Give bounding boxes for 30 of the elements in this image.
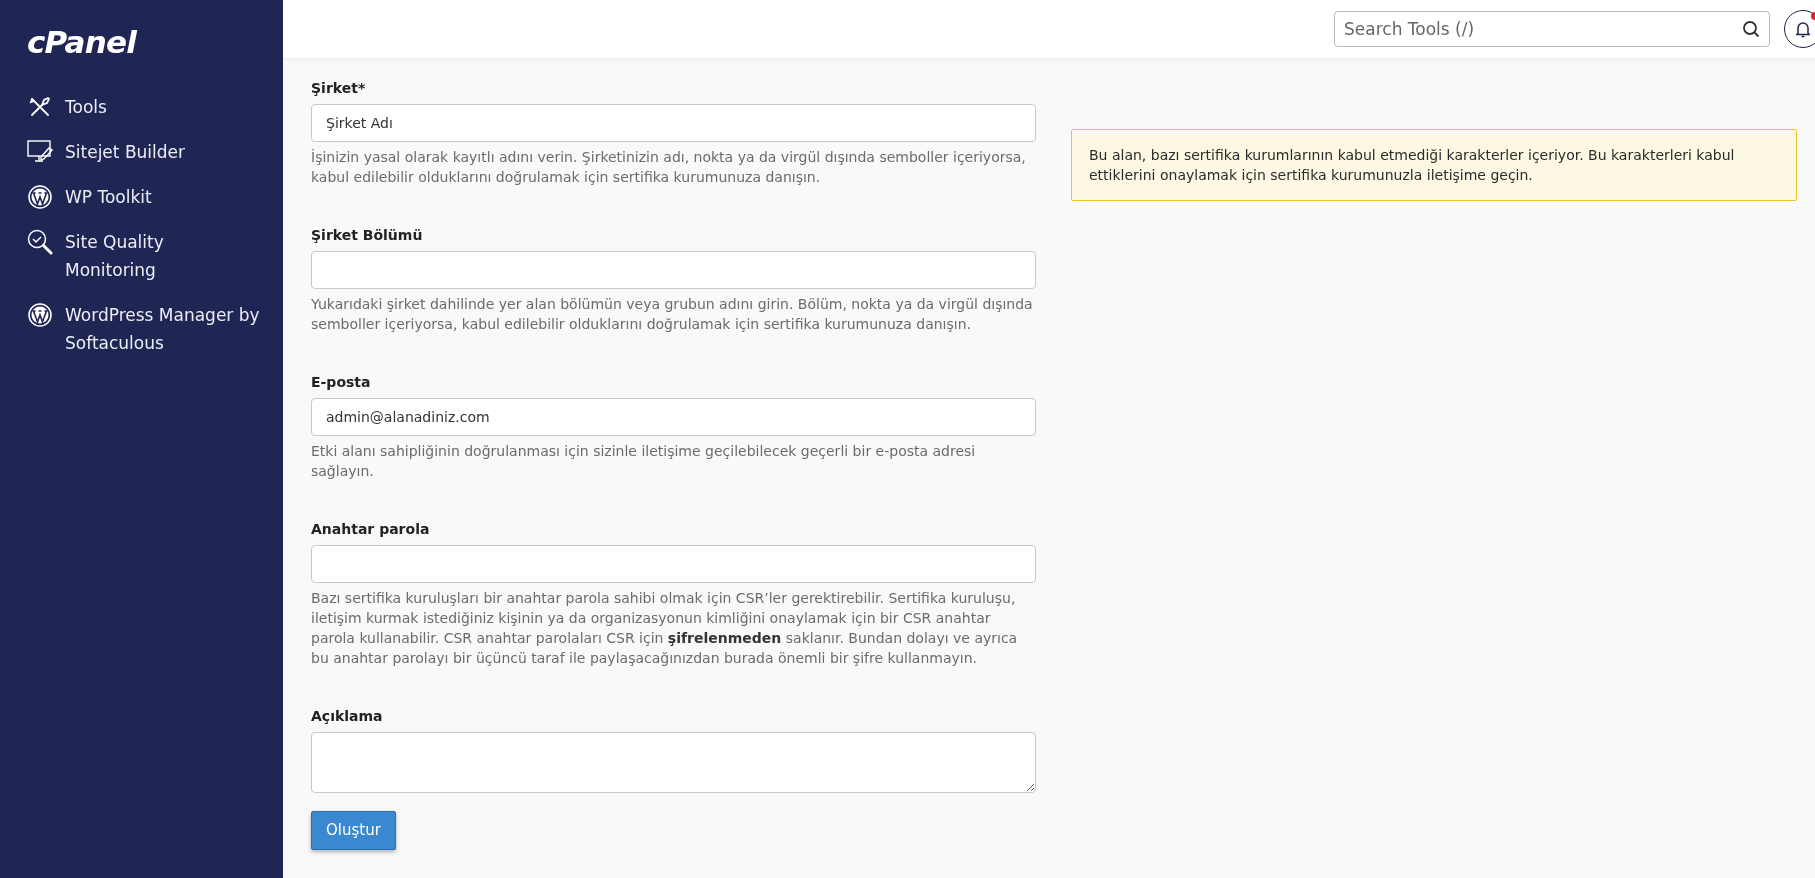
field-label: Şirket Bölümü [311, 226, 423, 245]
text-area[interactable] [311, 732, 1036, 793]
bell-icon [1795, 20, 1811, 38]
submit-button[interactable]: Oluştur [311, 811, 396, 850]
tools-icon [29, 96, 51, 118]
field-label: Açıklama [311, 707, 383, 726]
field-label: Şirket* [311, 79, 366, 98]
help-text: Yukarıdaki şirket dahilinde yer alan bölümün veya grubun adını girin. Bölüm, nokta ya da virgül dışında semboller içeriyorsa, kabul edilebilir olduklarını doğrulamak için sertifika kurumunuza danışın. [311, 295, 1034, 334]
field-label: E-posta [311, 373, 371, 392]
search-icon [1742, 20, 1760, 38]
input-field[interactable]: admin@alanadiniz.com [311, 398, 1036, 436]
sidebar-item[interactable]: WP Toolkit [0, 183, 283, 211]
magnifier-check-icon [27, 229, 53, 255]
input-field[interactable]: Şirket Adı [311, 104, 1036, 142]
wordpress-icon [28, 303, 52, 327]
help-text: Bazı sertifika kuruluşları bir anahtar parola sahibi olmak için CSR’ler gerektirebilir. Sertifika kuruluşu, iletişim kurmak istediğiniz kişinin ya da organizasyonun kimliğini onaylamak için bir CSR anahtar parola kullanabilir. CSR anahtar parolaları CSR için şifrelenmeden saklanır. Bundan dolayı ve ayrıca bu anahtar parolayı bir üçüncü taraf ile paylaşacağınızdan burada önemli bir şifre kullanmayın. [311, 589, 1019, 668]
help-text: Etki alanı sahipliğinin doğrulanması için sizinle iletişime geçilebilecek geçerli bir e-posta adresi sağlayın. [311, 442, 977, 481]
search-field[interactable]: Search Tools (/) [1334, 11, 1770, 47]
field-label: Anahtar parola [311, 520, 430, 539]
cpanel-logo[interactable]: cPanel [27, 24, 137, 60]
sidebar-item[interactable]: Tools [0, 93, 283, 121]
warning-message: Bu alan, bazı sertifika kurumlarının kabul etmediği karakterler içeriyor. Bu karakterleri kabul ettiklerini onaylamak için sertifika kurumunuzla iletişime geçin. [1071, 129, 1797, 201]
wordpress-icon [28, 185, 52, 209]
help-text: İşinizin yasal olarak kayıtlı adını verin. Şirketinizin adı, nokta ya da virgül dışında semboller içeriyorsa, kabul edilebilir olduklarını doğrulamak için sertifika kurumunuza danışın. [311, 148, 1027, 187]
input-field[interactable] [311, 545, 1036, 583]
sidebar-item[interactable]: Sitejet Builder [0, 138, 283, 166]
sidebar-item[interactable]: Site Quality Monitoring [0, 228, 283, 284]
monitor-pencil-icon [27, 140, 53, 164]
sidebar-item[interactable]: WordPress Manager by Softaculous [0, 301, 283, 357]
input-field[interactable] [311, 251, 1036, 289]
